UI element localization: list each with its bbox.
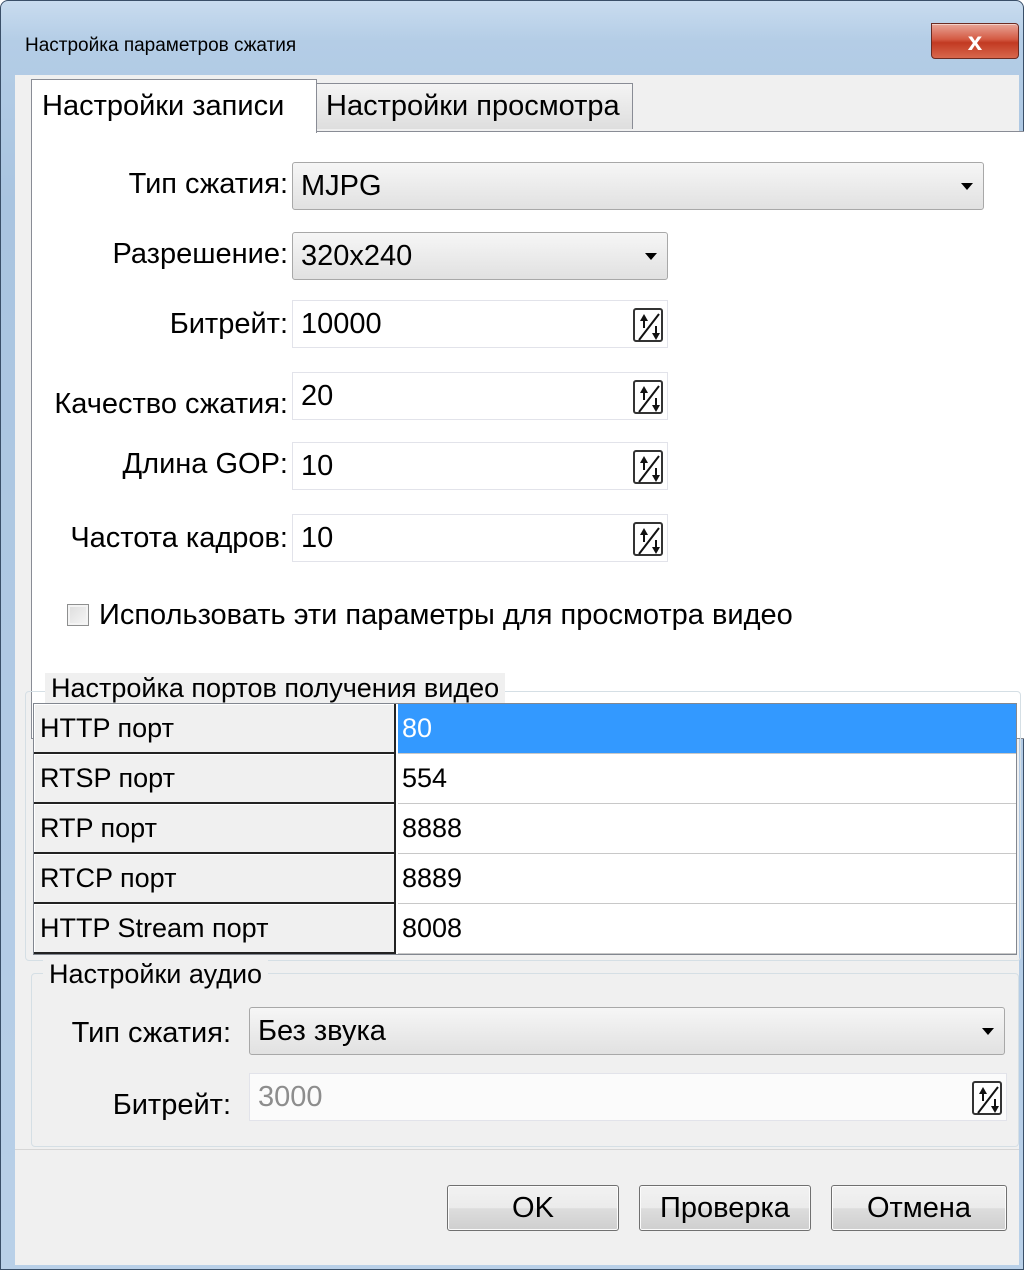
port-value[interactable]: 8008	[398, 904, 1016, 954]
table-row[interactable]: RTSP порт 554	[34, 754, 1016, 804]
title-bar[interactable]: Настройка параметров сжатия x	[1, 1, 1024, 75]
audio-compression-label: Тип сжатия:	[71, 1017, 231, 1049]
ok-button[interactable]: OK	[447, 1185, 619, 1231]
dialog-window: Настройка параметров сжатия x Настройки …	[0, 0, 1024, 1270]
spin-updown-icon[interactable]	[972, 1081, 1002, 1115]
spin-updown-icon[interactable]	[633, 450, 663, 484]
separator	[15, 1149, 1019, 1150]
compression-type-value: MJPG	[301, 169, 382, 202]
table-row[interactable]: RTP порт 8888	[34, 804, 1016, 854]
gop-value: 10	[301, 449, 334, 482]
chevron-down-icon	[961, 183, 973, 190]
bitrate-value: 10000	[301, 307, 382, 340]
bitrate-input[interactable]: 10000	[292, 300, 668, 348]
table-row[interactable]: HTTP порт 80	[34, 704, 1016, 754]
ports-group-title: Настройка портов получения видео	[45, 673, 506, 704]
port-key: RTP порт	[34, 804, 396, 854]
use-for-view-label: Использовать эти параметры для просмотра…	[99, 598, 793, 631]
framerate-value: 10	[301, 521, 334, 554]
spin-updown-icon[interactable]	[633, 522, 663, 556]
gop-input[interactable]: 10	[292, 442, 668, 490]
tab-label: Настройки просмотра	[326, 90, 620, 122]
port-value[interactable]: 8889	[398, 854, 1016, 904]
tab-record-settings[interactable]: Настройки записи	[31, 79, 317, 133]
quality-input[interactable]: 20	[292, 372, 668, 420]
compression-type-select[interactable]: MJPG	[292, 162, 984, 210]
tab-view-settings[interactable]: Настройки просмотра	[315, 83, 633, 129]
quality-label: Качество сжатия:	[54, 388, 288, 420]
port-value[interactable]: 80	[398, 704, 1016, 754]
audio-bitrate-input[interactable]: 3000	[249, 1073, 1007, 1121]
port-key: HTTP Stream порт	[34, 904, 396, 954]
audio-group-title: Настройки аудио	[43, 959, 269, 990]
gop-label: Длина GOP:	[122, 448, 288, 480]
check-button[interactable]: Проверка	[639, 1185, 811, 1231]
ports-grid[interactable]: HTTP порт 80 RTSP порт 554 RTP порт 8888…	[33, 703, 1017, 955]
audio-compression-value: Без звука	[258, 1014, 386, 1047]
port-key: HTTP порт	[34, 704, 396, 754]
tab-label: Настройки записи	[42, 90, 285, 122]
compression-type-label: Тип сжатия:	[128, 168, 288, 200]
cancel-button[interactable]: Отмена	[831, 1185, 1007, 1231]
close-button[interactable]: x	[931, 23, 1019, 59]
resolution-select[interactable]: 320x240	[292, 232, 668, 280]
framerate-input[interactable]: 10	[292, 514, 668, 562]
use-for-view-checkbox[interactable]: Использовать эти параметры для просмотра…	[67, 597, 793, 633]
port-key: RTSP порт	[34, 754, 396, 804]
tab-panel-record: Тип сжатия: MJPG Разрешение: 320x240 Бит…	[31, 131, 1024, 739]
table-row[interactable]: HTTP Stream порт 8008	[34, 904, 1016, 954]
chevron-down-icon	[645, 253, 657, 260]
resolution-value: 320x240	[301, 239, 413, 272]
spin-updown-icon[interactable]	[633, 308, 663, 342]
chevron-down-icon	[982, 1028, 994, 1035]
port-value[interactable]: 554	[398, 754, 1016, 804]
window-title: Настройка параметров сжатия	[25, 35, 297, 56]
audio-bitrate-label: Битрейт:	[112, 1089, 231, 1121]
bitrate-label: Битрейт:	[169, 308, 288, 340]
checkbox-icon[interactable]	[67, 604, 89, 626]
quality-value: 20	[301, 379, 334, 412]
audio-bitrate-value: 3000	[258, 1080, 323, 1113]
framerate-label: Частота кадров:	[70, 522, 288, 554]
resolution-label: Разрешение:	[112, 238, 288, 270]
close-icon: x	[967, 25, 983, 56]
spin-updown-icon[interactable]	[633, 380, 663, 414]
port-key: RTCP порт	[34, 854, 396, 904]
audio-compression-select[interactable]: Без звука	[249, 1007, 1005, 1055]
table-row[interactable]: RTCP порт 8889	[34, 854, 1016, 904]
port-value[interactable]: 8888	[398, 804, 1016, 854]
